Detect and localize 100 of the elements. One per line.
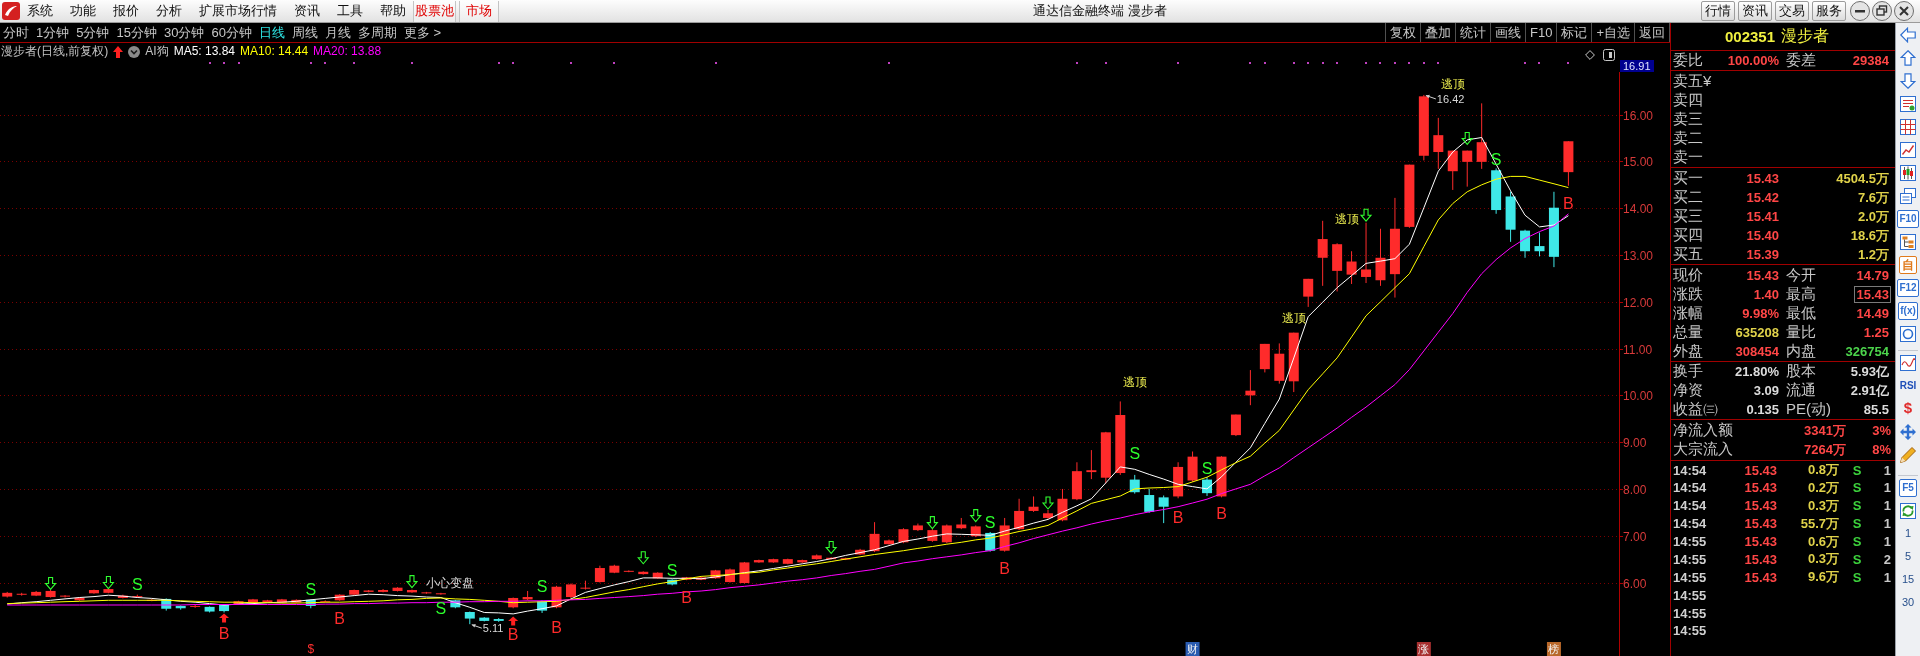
quote-label: 外盘 xyxy=(1673,342,1703,361)
buy-signal-label: B xyxy=(551,619,562,637)
quote-value: 8% xyxy=(1871,442,1891,457)
price-label: 13.00 xyxy=(1623,248,1654,263)
buy-signal-label: B xyxy=(1172,509,1184,527)
quote-label: 大宗流入 xyxy=(1673,440,1733,459)
tick-volume: 0.3万 xyxy=(1806,550,1839,569)
tick-time: 14:54 xyxy=(1673,462,1708,478)
quote-label: 净流入额 xyxy=(1673,421,1733,440)
quote-label: 现价 xyxy=(1673,266,1703,285)
moving-average-label: MA10: 14.44 xyxy=(240,44,309,59)
quote-value: 15.41 xyxy=(1745,208,1780,225)
price-label: 7.00 xyxy=(1623,529,1647,544)
tick-count: 1 xyxy=(1882,498,1891,514)
price-label: 6.00 xyxy=(1623,576,1647,591)
caution-label: 小心变盘 xyxy=(426,576,475,591)
quote-label: 量比 xyxy=(1786,323,1816,342)
quote-label: PE(动) xyxy=(1786,400,1831,419)
quote-value: 29384 xyxy=(1851,52,1890,69)
quote-value: 4504.5万 xyxy=(1835,169,1890,188)
quote-value: 18.6万 xyxy=(1849,226,1890,245)
quote-value: 7.6万 xyxy=(1856,188,1890,207)
tick-side: S xyxy=(1851,516,1863,532)
top-warning-label: 逃顶 xyxy=(1335,211,1360,226)
quote-label: 总量 xyxy=(1673,323,1703,342)
tick-side: S xyxy=(1851,462,1863,478)
tick-count: 1 xyxy=(1882,462,1891,478)
quote-label: 净资 xyxy=(1673,381,1703,400)
event-tag: 榜 xyxy=(1546,642,1561,656)
quote-value: 1.25 xyxy=(1862,324,1890,341)
price-label: 15.00 xyxy=(1623,154,1654,169)
quote-label: 内盘 xyxy=(1786,342,1816,361)
tick-side: S xyxy=(1851,534,1863,550)
tick-time: 14:54 xyxy=(1673,480,1708,496)
tick-price: 15.43 xyxy=(1743,569,1777,585)
quote-label: 委差 xyxy=(1786,51,1816,70)
quote-label: 买四 xyxy=(1673,226,1703,245)
quote-value: 2.0万 xyxy=(1856,207,1890,226)
quote-value: 308454 xyxy=(1734,343,1780,360)
moving-average-label: MA5: 13.84 xyxy=(173,44,236,59)
tick-time: 14:55 xyxy=(1673,623,1708,639)
quote-value: 15.43 xyxy=(1745,170,1780,187)
quote-value: 15.39 xyxy=(1745,246,1780,263)
quote-value: 2.91亿 xyxy=(1849,381,1890,400)
stock-code: 002351 xyxy=(1724,28,1776,45)
quote-label: 收益㈢ xyxy=(1673,400,1718,419)
quote-label: 最低 xyxy=(1786,304,1816,323)
top-warning-label: 逃顶 xyxy=(1122,375,1147,390)
quote-value: 15.43 xyxy=(1854,286,1891,303)
quote-value: 635208 xyxy=(1734,324,1780,341)
tick-side: S xyxy=(1851,569,1863,585)
sell-signal-label: S xyxy=(132,576,143,594)
tick-price: 15.43 xyxy=(1743,498,1777,514)
quote-value: 326754 xyxy=(1844,343,1890,360)
tick-volume: 55.7万 xyxy=(1799,514,1839,533)
quote-value: 15.43 xyxy=(1745,267,1780,284)
quote-value: 5.93亿 xyxy=(1849,362,1890,381)
quote-label: 卖三 xyxy=(1673,110,1703,129)
quote-label: 买三 xyxy=(1673,207,1703,226)
tick-volume: 0.2万 xyxy=(1806,478,1839,497)
sell-signal-label: S xyxy=(1129,445,1141,463)
price-label: 11.00 xyxy=(1623,342,1653,357)
tick-time: 14:54 xyxy=(1673,498,1708,514)
quote-label: 今开 xyxy=(1786,266,1816,285)
tick-time: 14:55 xyxy=(1673,569,1708,585)
tick-volume: 0.3万 xyxy=(1806,496,1839,515)
buy-signal-label: B xyxy=(334,609,346,627)
quote-value: 1.2万 xyxy=(1856,245,1890,264)
max-price-tag: 16.91 xyxy=(1620,60,1654,72)
quote-value: 100.00% xyxy=(1726,52,1780,69)
tick-count: 1 xyxy=(1882,480,1891,496)
quote-value: 85.5 xyxy=(1862,401,1890,418)
quote-value: 15.42 xyxy=(1745,189,1780,206)
price-note-label: 5.11 xyxy=(482,622,504,635)
quote-label: 卖五¥ xyxy=(1673,72,1712,91)
sell-signal-label: S xyxy=(435,599,447,617)
top-warning-label: 逃顶 xyxy=(1440,76,1465,91)
quote-label: 买一 xyxy=(1673,169,1703,188)
buy-signal-label: B xyxy=(1216,504,1227,522)
tick-price: 15.43 xyxy=(1743,516,1777,532)
indicator-label: AI狗 xyxy=(145,44,169,59)
tick-side: S xyxy=(1851,551,1863,567)
quote-label: 涨跌 xyxy=(1673,285,1703,304)
quote-value: 3341万 xyxy=(1803,421,1847,440)
quote-label: 涨幅 xyxy=(1673,304,1703,323)
quote-value: 14.79 xyxy=(1855,267,1890,284)
sell-signal-label: S xyxy=(305,580,317,598)
moving-average-label: MA20: 13.88 xyxy=(313,44,382,59)
window-title: 通达信金融终端 漫步者 xyxy=(1033,2,1167,20)
price-label: 9.00 xyxy=(1623,435,1647,450)
tick-count: 2 xyxy=(1882,551,1891,567)
quote-label: 买五 xyxy=(1673,245,1703,264)
tick-time: 14:54 xyxy=(1673,516,1708,532)
buy-signal-label: B xyxy=(681,589,692,607)
tick-time: 14:55 xyxy=(1673,605,1708,621)
price-label: 8.00 xyxy=(1623,482,1647,497)
price-label: 14.00 xyxy=(1623,201,1654,216)
tick-count: 1 xyxy=(1882,569,1891,585)
tick-price: 15.43 xyxy=(1743,551,1777,567)
quote-label: 卖一 xyxy=(1673,148,1703,167)
